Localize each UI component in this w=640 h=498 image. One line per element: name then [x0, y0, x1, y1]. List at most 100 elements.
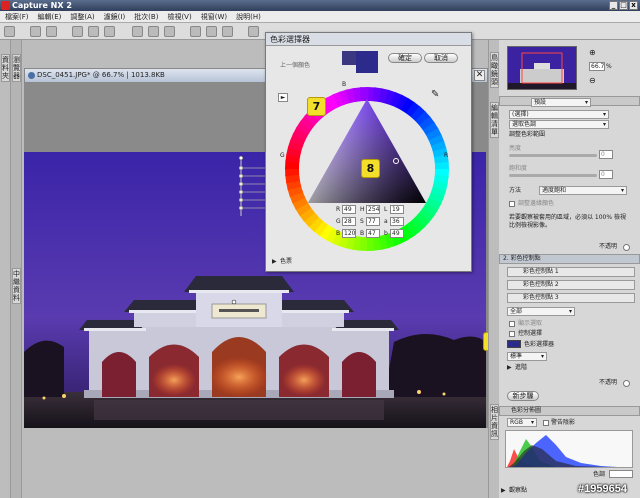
selection-brush-icon[interactable] [206, 26, 217, 37]
section-label: 調整色彩範圍 [509, 131, 546, 138]
cp-row-1-label: 彩色控制點 1 [523, 268, 559, 275]
control-point-icon[interactable] [190, 26, 201, 37]
redo-icon[interactable] [88, 26, 99, 37]
opacity-radio[interactable] [623, 244, 630, 251]
menu-filter[interactable]: 濾鏡(I) [104, 11, 126, 22]
fill-icon[interactable] [248, 26, 259, 37]
slider2-track[interactable] [509, 174, 597, 177]
cp-row-2-label: 彩色控制點 2 [523, 281, 559, 288]
edge-checkbox-label: 調整邊緣顏色 [518, 200, 555, 207]
g-field[interactable]: 28 [342, 217, 356, 226]
save-icon[interactable] [46, 26, 57, 37]
brightness-field[interactable]: 47 [366, 229, 380, 238]
document-icon [28, 72, 35, 79]
slider1-track[interactable] [509, 154, 597, 157]
cp-row-3[interactable]: 彩色控制點 3 [507, 293, 635, 303]
mode2-select[interactable]: 標準 [507, 352, 547, 361]
ok-button[interactable]: 確定 [388, 53, 422, 63]
zoom-in-icon[interactable]: ⊕ [589, 48, 596, 57]
maximize-button[interactable]: □ [619, 1, 628, 10]
histogram-show-label: 警告陰影 [551, 419, 576, 426]
previous-color-swatch[interactable] [342, 51, 356, 65]
cp-row-1[interactable]: 彩色控制點 1 [507, 267, 635, 277]
slider1-field[interactable]: 0 [599, 150, 613, 159]
show-ctrl-checkbox[interactable] [509, 331, 515, 337]
lab-b-label: b [384, 230, 388, 237]
color-picker-label: 色彩選擇器 [524, 341, 555, 348]
add-point-label[interactable]: 觀察點 [509, 486, 527, 495]
advanced-arrow-icon[interactable]: ▶ [507, 363, 512, 372]
slider2-field[interactable]: 0 [599, 170, 613, 179]
h-field[interactable]: 254 [366, 205, 380, 214]
menu-file[interactable]: 檔案(F) [5, 11, 29, 22]
cp-row-2[interactable]: 彩色控制點 2 [507, 280, 635, 290]
color-picker-swatch[interactable] [507, 340, 521, 348]
color-picker-dialog: 色彩選擇器 上一個顏色 確定 取消 ► ✎ B G R R 49 G 28 B … [265, 32, 472, 272]
histogram-graph [505, 430, 633, 468]
menu-edit[interactable]: 編輯(E) [38, 11, 62, 22]
lab-b-field[interactable]: 49 [390, 229, 404, 238]
tab-browser[interactable]: 瀏覽器 [12, 54, 21, 82]
add-point-arrow-icon[interactable]: ▶ [501, 486, 506, 495]
tab-folders[interactable]: 資料夾 [1, 54, 10, 82]
crop-tool-icon[interactable] [164, 26, 175, 37]
lasso-icon[interactable] [222, 26, 233, 37]
new-step-button[interactable]: 新步驟 [507, 391, 539, 401]
info-text: 若要觀察被套用的區域，必須以 100% 檢視比例檢視影像。 [509, 214, 626, 229]
zoom-tool-icon[interactable] [148, 26, 159, 37]
browse-icon[interactable] [4, 26, 15, 37]
tab-edit-list[interactable]: 編輯清單 [490, 102, 499, 138]
b-field[interactable]: 120 [342, 229, 356, 238]
close-window-button[interactable]: x [629, 1, 638, 10]
menu-window[interactable]: 視窗(W) [201, 11, 227, 22]
birds-eye-thumbnail[interactable] [507, 46, 577, 90]
rotate-icon[interactable] [104, 26, 115, 37]
zoom-out-icon[interactable]: ⊖ [589, 76, 596, 85]
tab-photo-info[interactable]: 相片資訊 [490, 404, 499, 440]
show-mask-checkbox[interactable] [509, 321, 515, 327]
h-label: H [360, 206, 365, 213]
open-icon[interactable] [30, 26, 41, 37]
menu-batch[interactable]: 批次(B) [134, 11, 158, 22]
hand-tool-icon[interactable] [132, 26, 143, 37]
edge-checkbox[interactable] [509, 201, 515, 207]
b-label: B [336, 230, 341, 237]
mode-select[interactable]: (選擇) [509, 110, 609, 119]
r-field[interactable]: 49 [342, 205, 356, 214]
undo-icon[interactable] [72, 26, 83, 37]
l-label: L [384, 206, 388, 213]
swatches-expander[interactable]: 色票 [280, 257, 292, 266]
left-strip: 資料夾 [0, 40, 11, 498]
l-field[interactable]: 19 [390, 205, 404, 214]
preset-select[interactable]: 預設 [531, 98, 591, 107]
s-field[interactable]: 77 [366, 217, 380, 226]
a-field[interactable]: 36 [390, 217, 404, 226]
tab-metadata[interactable]: 中繼資料 [12, 268, 21, 304]
histogram-header[interactable]: 色彩分佈圖 [499, 406, 640, 416]
dialog-title: 色彩選擇器 [266, 33, 471, 46]
callout-7: 7 [307, 97, 326, 116]
histogram-channel-select[interactable]: RGB [507, 418, 537, 427]
swatches-expander-arrow-icon[interactable]: ▶ [272, 257, 277, 266]
zoom-field[interactable]: 66.7 [589, 62, 605, 71]
tab-birds-eye[interactable]: 鳥瞰鏡頭 [490, 52, 499, 88]
menu-view[interactable]: 檢視(V) [167, 11, 191, 22]
slider1-label: 亮度 [509, 145, 522, 152]
advanced-label[interactable]: 進階 [515, 363, 527, 372]
slider2-label: 飽和度 [509, 165, 528, 172]
opacity2-radio[interactable] [623, 380, 630, 387]
method-select[interactable]: 適度飽和 [539, 186, 627, 195]
cp-header[interactable]: 2. 彩色控制點 [499, 254, 640, 264]
close-document-button[interactable]: ✕ [474, 70, 485, 81]
cancel-button[interactable]: 取消 [424, 53, 458, 63]
histogram-tone-field[interactable] [609, 470, 633, 478]
show-ctrl-label: 控制選擇 [518, 330, 543, 337]
current-color-swatch [356, 51, 378, 73]
histogram-show-checkbox[interactable] [543, 420, 549, 426]
mask-select[interactable]: 全部 [507, 307, 575, 316]
sub-select[interactable]: 選取色調 [509, 120, 609, 129]
menu-adjust[interactable]: 調整(A) [70, 11, 94, 22]
minimize-button[interactable]: _ [609, 1, 618, 10]
menu-help[interactable]: 說明(H) [236, 11, 261, 22]
opacity-label: 不透明 [599, 243, 618, 250]
